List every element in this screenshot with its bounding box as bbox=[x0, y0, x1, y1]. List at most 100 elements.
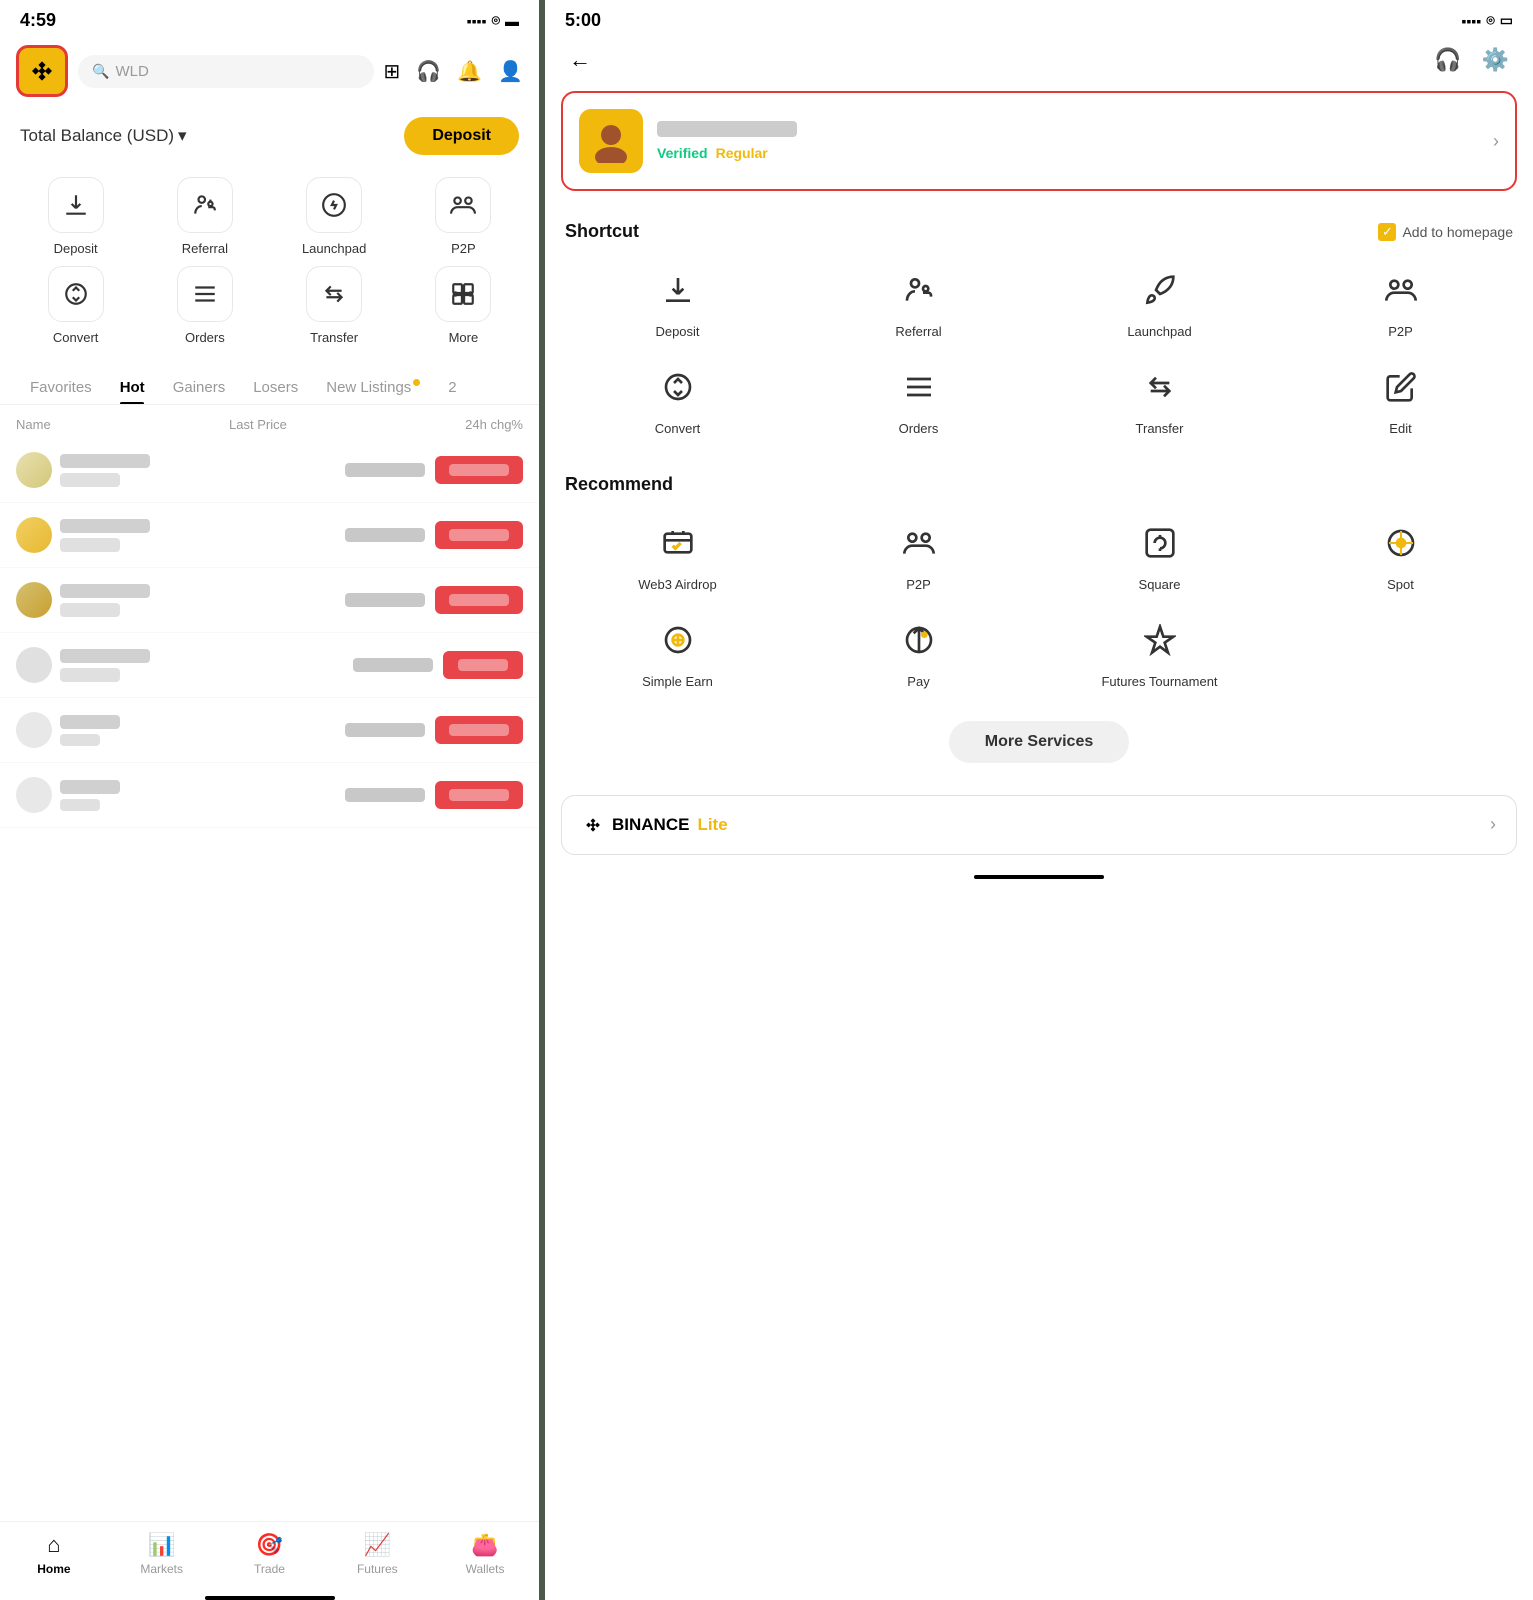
change-badge bbox=[435, 586, 523, 614]
shortcut-referral[interactable]: Referral bbox=[802, 258, 1035, 347]
action-referral[interactable]: Referral bbox=[145, 177, 264, 256]
recommend-futures-tournament[interactable]: Futures Tournament bbox=[1043, 608, 1276, 697]
tab-new-listings[interactable]: New Listings bbox=[312, 371, 434, 404]
price-blur bbox=[345, 723, 425, 737]
headphone-icon[interactable]: 🎧 bbox=[1434, 47, 1461, 73]
nav-trade[interactable]: 🎯 Trade bbox=[216, 1532, 324, 1576]
coin-name-blur bbox=[60, 715, 120, 729]
battery-icon-right: ▭ bbox=[1500, 12, 1513, 29]
checkbox-icon: ✓ bbox=[1378, 223, 1396, 241]
coin-info bbox=[60, 780, 120, 811]
action-launchpad[interactable]: Launchpad bbox=[275, 177, 394, 256]
shortcut-p2p[interactable]: P2P bbox=[1284, 258, 1517, 347]
recommend-simple-earn[interactable]: Simple Earn bbox=[561, 608, 794, 697]
bottom-nav: ⌂ Home 📊 Markets 🎯 Trade 📈 Futures 👛 Wal… bbox=[0, 1521, 539, 1592]
tab-gainers[interactable]: Gainers bbox=[159, 371, 240, 404]
more-services-button[interactable]: More Services bbox=[949, 721, 1130, 763]
binance-lite-card[interactable]: BINANCE Lite › bbox=[561, 795, 1517, 855]
shortcut-referral-label: Referral bbox=[895, 324, 941, 341]
web3airdrop-label: Web3 Airdrop bbox=[638, 577, 717, 594]
time-left: 4:59 bbox=[20, 10, 56, 31]
scan-icon[interactable]: ⊞ bbox=[384, 59, 401, 84]
shortcut-launchpad-label: Launchpad bbox=[1127, 324, 1191, 341]
action-p2p[interactable]: P2P bbox=[404, 177, 523, 256]
action-more[interactable]: More bbox=[404, 266, 523, 345]
change-badge bbox=[435, 716, 523, 744]
tab-losers[interactable]: Losers bbox=[239, 371, 312, 404]
profile-icon[interactable]: 👤 bbox=[498, 59, 523, 84]
nav-futures[interactable]: 📈 Futures bbox=[323, 1532, 431, 1576]
table-row[interactable] bbox=[0, 438, 539, 503]
back-button[interactable]: ← bbox=[569, 47, 591, 73]
table-row[interactable] bbox=[0, 698, 539, 763]
support-icon[interactable]: 🎧 bbox=[416, 59, 441, 84]
recommend-web3airdrop[interactable]: Web3 Airdrop bbox=[561, 511, 794, 600]
action-deposit[interactable]: Deposit bbox=[16, 177, 135, 256]
shortcut-orders[interactable]: Orders bbox=[802, 355, 1035, 444]
change-blur bbox=[449, 594, 509, 606]
change-badge bbox=[435, 521, 523, 549]
profile-name-blur bbox=[657, 121, 797, 137]
table-row[interactable] bbox=[0, 763, 539, 828]
bell-icon[interactable]: 🔔 bbox=[457, 59, 482, 84]
change-badge bbox=[443, 651, 523, 679]
balance-label[interactable]: Total Balance (USD) ▾ bbox=[20, 126, 187, 146]
add-to-homepage[interactable]: ✓ Add to homepage bbox=[1378, 223, 1513, 241]
shortcut-deposit[interactable]: Deposit bbox=[561, 258, 794, 347]
table-row[interactable] bbox=[0, 503, 539, 568]
coin-pair-blur bbox=[60, 473, 120, 487]
shortcut-transfer[interactable]: Transfer bbox=[1043, 355, 1276, 444]
wifi-icon: ⌾ bbox=[492, 12, 500, 29]
change-badge bbox=[435, 781, 523, 809]
convert-icon bbox=[48, 266, 104, 322]
table-row[interactable] bbox=[0, 633, 539, 698]
profile-card[interactable]: Verified Regular › bbox=[561, 91, 1517, 191]
shortcut-edit[interactable]: Edit bbox=[1284, 355, 1517, 444]
p2p-icon bbox=[435, 177, 491, 233]
regular-badge: Regular bbox=[716, 145, 768, 161]
nav-markets[interactable]: 📊 Markets bbox=[108, 1532, 216, 1576]
search-bar[interactable]: 🔍 WLD bbox=[78, 55, 374, 88]
shortcut-transfer-label: Transfer bbox=[1136, 421, 1184, 438]
action-orders[interactable]: Orders bbox=[145, 266, 264, 345]
market-header: Name Last Price 24h chg% bbox=[0, 405, 539, 438]
shortcut-launchpad[interactable]: Launchpad bbox=[1043, 258, 1276, 347]
wifi-icon-right: ⌾ bbox=[1486, 12, 1494, 29]
coin-pair-blur bbox=[60, 603, 120, 617]
coin-cell bbox=[16, 712, 335, 748]
right-top-bar: ← 🎧 ⚙️ bbox=[545, 37, 1533, 83]
tab-number[interactable]: 2 bbox=[434, 371, 470, 404]
binance-logo[interactable] bbox=[16, 45, 68, 97]
referral-icon bbox=[177, 177, 233, 233]
signal-icon: ▪▪▪▪ bbox=[467, 13, 487, 29]
coin-cell bbox=[16, 452, 335, 488]
change-blur bbox=[449, 529, 509, 541]
tab-favorites[interactable]: Favorites bbox=[16, 371, 106, 404]
recommend-p2p[interactable]: P2P bbox=[802, 511, 1035, 600]
coin-info bbox=[60, 519, 150, 552]
top-icons: ⊞ 🎧 🔔 👤 bbox=[384, 59, 523, 84]
recommend-square[interactable]: Square bbox=[1043, 511, 1276, 600]
table-row[interactable] bbox=[0, 568, 539, 633]
home-icon: ⌂ bbox=[47, 1532, 60, 1558]
col-price: Last Price bbox=[229, 417, 287, 432]
shortcut-referral-icon bbox=[893, 264, 945, 316]
action-convert[interactable]: Convert bbox=[16, 266, 135, 345]
nav-home[interactable]: ⌂ Home bbox=[0, 1532, 108, 1576]
binance-lite-chevron: › bbox=[1490, 814, 1496, 835]
square-icon bbox=[1134, 517, 1186, 569]
right-top-icons: 🎧 ⚙️ bbox=[1434, 47, 1509, 73]
shortcut-convert[interactable]: Convert bbox=[561, 355, 794, 444]
deposit-button[interactable]: Deposit bbox=[404, 117, 519, 155]
recommend-spot[interactable]: Spot bbox=[1284, 511, 1517, 600]
action-transfer[interactable]: Transfer bbox=[275, 266, 394, 345]
shortcut-edit-icon bbox=[1375, 361, 1427, 413]
nav-wallets[interactable]: 👛 Wallets bbox=[431, 1532, 539, 1576]
more-label: More bbox=[449, 330, 479, 345]
settings-icon[interactable]: ⚙️ bbox=[1482, 47, 1509, 73]
tab-hot[interactable]: Hot bbox=[106, 371, 159, 404]
coin-pair-blur bbox=[60, 668, 120, 682]
shortcut-convert-label: Convert bbox=[655, 421, 701, 438]
recommend-pay[interactable]: Pay bbox=[802, 608, 1035, 697]
markets-label: Markets bbox=[140, 1562, 183, 1576]
